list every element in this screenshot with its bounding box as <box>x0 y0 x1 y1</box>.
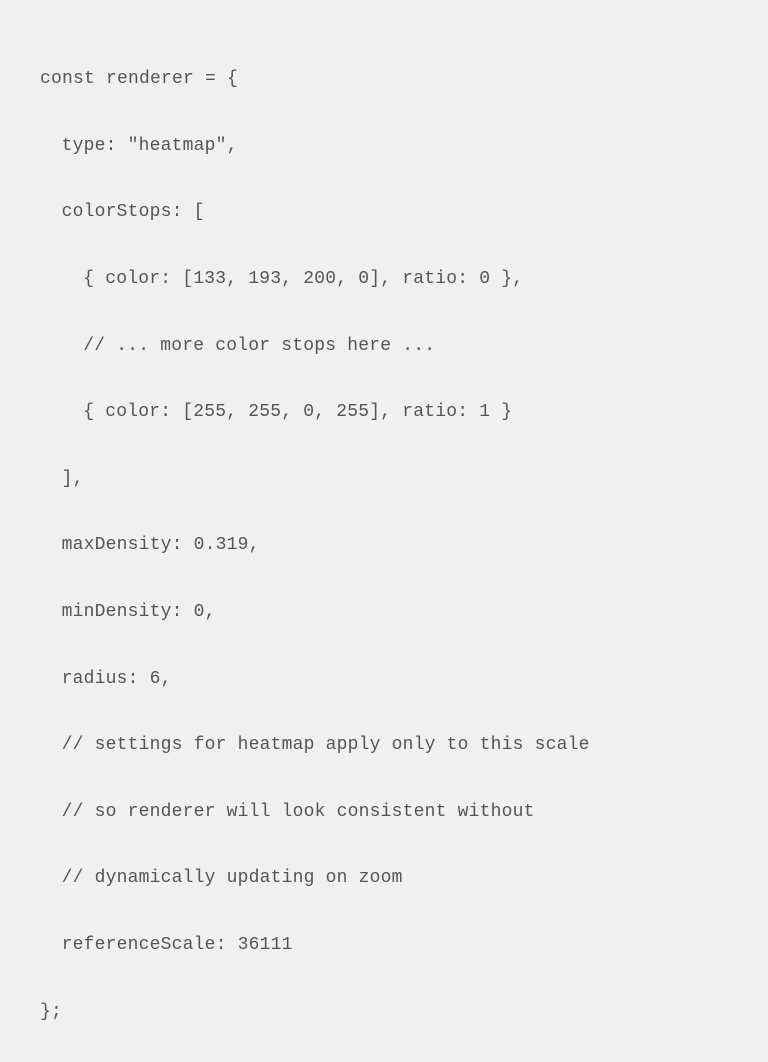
code-line: radius: 6, <box>40 663 728 696</box>
code-line: referenceScale: 36111 <box>40 929 728 962</box>
code-line: { color: [255, 255, 0, 255], ratio: 1 } <box>40 396 728 429</box>
code-line: maxDensity: 0.319, <box>40 529 728 562</box>
code-line: minDensity: 0, <box>40 596 728 629</box>
code-line: ], <box>40 463 728 496</box>
code-line: }; <box>40 996 728 1029</box>
code-line: colorStops: [ <box>40 196 728 229</box>
code-line: // settings for heatmap apply only to th… <box>40 729 728 762</box>
code-line: // ... more color stops here ... <box>40 330 728 363</box>
code-line: // so renderer will look consistent with… <box>40 796 728 829</box>
code-snippet: const renderer = { type: "heatmap", colo… <box>40 30 728 1062</box>
code-line: type: "heatmap", <box>40 130 728 163</box>
code-line: // dynamically updating on zoom <box>40 862 728 895</box>
code-line: const renderer = { <box>40 63 728 96</box>
code-line: { color: [133, 193, 200, 0], ratio: 0 }, <box>40 263 728 296</box>
